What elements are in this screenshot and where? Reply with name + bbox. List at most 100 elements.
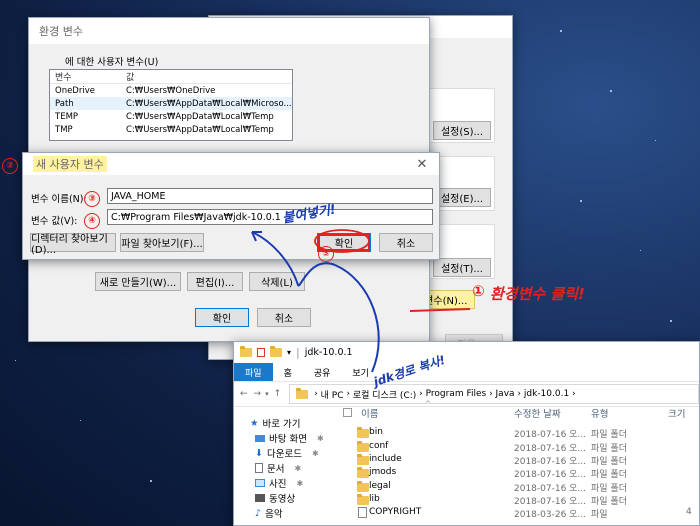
file-type: 파일 폴더 <box>591 444 627 454</box>
variable-value: C:₩Users₩OneDrive <box>126 85 216 96</box>
new-var-titlebar: 새 사용자 변수 ✕ <box>23 153 439 175</box>
user-variables-label: 에 대한 사용자 변수(U) <box>65 57 159 68</box>
breadcrumb-jdk[interactable]: jdk-10.0.1 <box>524 389 569 399</box>
size-column-header[interactable]: 크기 <box>668 406 685 420</box>
edit-system-variable-button[interactable]: 편집(I)... <box>187 272 243 291</box>
tab-share[interactable]: 공유 <box>303 366 342 379</box>
up-arrow-icon[interactable]: ↑ <box>274 389 282 399</box>
file-name: conf <box>369 441 389 451</box>
star <box>15 360 16 361</box>
profile-settings-button[interactable]: 설정(E)... <box>433 188 491 207</box>
file-row[interactable]: include 2018-07-16 오... 파일 폴더 <box>341 454 699 467</box>
variable-value: C:₩Users₩AppData₩Local₩Temp <box>126 124 274 135</box>
folder-icon <box>357 427 369 438</box>
file-type: 파일 <box>591 510 608 520</box>
dropdown-icon[interactable]: ▾ <box>287 348 291 357</box>
file-name: COPYRIGHT <box>369 507 422 517</box>
nav-item-documents[interactable]: 문서 ✱ <box>255 461 301 475</box>
file-type: 파일 폴더 <box>591 470 627 480</box>
file-type: 파일 폴더 <box>591 497 627 507</box>
table-row[interactable]: TMP C:₩Users₩AppData₩Local₩Temp <box>50 123 292 136</box>
browse-file-button[interactable]: 파일 찾아보기(F)... <box>120 233 204 252</box>
sort-arrow-icon: ^ <box>425 400 431 408</box>
new-system-variable-button[interactable]: 새로 만들기(W)... <box>95 272 181 291</box>
startup-settings-button[interactable]: 설정(T)... <box>433 258 491 277</box>
variable-value: C:₩Users₩AppData₩Local₩Temp <box>126 111 274 122</box>
nav-label: 문서 <box>267 464 285 475</box>
pin-icon[interactable]: ✱ <box>317 434 324 443</box>
address-bar[interactable]: › 내 PC › 로컬 디스크 (C:) › Program Files › J… <box>289 384 699 404</box>
star <box>670 320 672 322</box>
breadcrumb-program-files[interactable]: Program Files <box>426 389 487 399</box>
nav-item-quick-access[interactable]: ★ 바로 가기 <box>250 416 301 431</box>
nav-item-videos[interactable]: 동영상 <box>255 491 295 505</box>
nav-label: 바탕 화면 <box>269 434 307 445</box>
table-row[interactable]: Path C:₩Users₩AppData₩Local₩Microso... <box>50 97 292 110</box>
file-icon <box>358 507 367 518</box>
desktop: { "system_window": { "buttons": ["설정(S).… <box>0 0 700 526</box>
star <box>655 140 656 141</box>
close-icon[interactable]: ✕ <box>405 157 439 172</box>
variable-value-field[interactable]: C:₩Program Files₩Java₩jdk-10.0.1 <box>107 209 433 225</box>
folder-icon <box>357 481 369 492</box>
new-var-cancel-button[interactable]: 취소 <box>379 233 433 252</box>
variable-value-label: 변수 값(V): <box>31 216 78 227</box>
file-row[interactable]: conf 2018-07-16 오... 파일 폴더 <box>341 441 699 454</box>
breadcrumb-sep: › <box>343 389 353 399</box>
user-variables-table[interactable]: 변수 값 OneDrive C:₩Users₩OneDrive Path C:₩… <box>49 69 293 141</box>
variable-name-field[interactable]: JAVA_HOME <box>107 188 433 204</box>
file-name: legal <box>369 481 391 491</box>
browse-directory-button[interactable]: 디렉터리 찾아보기(D)... <box>30 233 116 256</box>
back-arrow-icon[interactable]: ← <box>240 389 248 399</box>
file-type: 파일 폴더 <box>591 484 627 494</box>
forward-arrow-icon[interactable]: → <box>254 389 262 399</box>
type-column-header[interactable]: 유형 <box>591 406 608 420</box>
folder-icon <box>357 494 369 505</box>
star <box>560 30 562 32</box>
table-row[interactable]: OneDrive C:₩Users₩OneDrive <box>50 84 292 97</box>
modified-column-header[interactable]: 수정한 날짜 <box>514 406 561 420</box>
variable-name-label: 변수 이름(N): <box>31 194 87 205</box>
breadcrumb-pc[interactable]: 내 PC <box>321 388 344 401</box>
file-modified: 2018-07-16 오... <box>514 484 587 494</box>
select-all-checkbox[interactable] <box>343 408 352 417</box>
file-row[interactable]: COPYRIGHT 2018-03-26 오... 파일 4 <box>341 507 699 520</box>
env-cancel-button[interactable]: 취소 <box>257 308 311 327</box>
video-icon <box>255 494 265 502</box>
folder-icon <box>357 441 369 452</box>
nav-item-desktop[interactable]: 바탕 화면 ✱ <box>255 431 324 445</box>
performance-settings-button[interactable]: 설정(S)... <box>433 121 491 140</box>
name-column-header[interactable]: 이름 <box>361 406 378 420</box>
nav-label: 음악 <box>265 509 283 520</box>
env-dialog-title: 환경 변수 <box>39 25 83 38</box>
tab-home[interactable]: 홈 <box>273 366 303 379</box>
pin-icon[interactable]: ✱ <box>294 464 301 473</box>
star <box>580 200 582 202</box>
variable-column-header[interactable]: 변수 <box>50 70 126 83</box>
file-row[interactable]: lib 2018-07-16 오... 파일 폴더 <box>341 494 699 507</box>
tab-file[interactable]: 파일 <box>234 363 273 381</box>
env-ok-button[interactable]: 확인 <box>195 308 249 327</box>
step-5-marker: ⑤ <box>318 246 334 262</box>
star <box>80 420 81 421</box>
nav-item-pictures[interactable]: 사진 ✱ <box>255 476 303 490</box>
breadcrumb-c-drive[interactable]: 로컬 디스크 (C:) <box>353 388 416 401</box>
nav-item-music[interactable]: ♪ 음악 <box>255 506 283 521</box>
file-name: lib <box>369 494 380 504</box>
breadcrumb-java[interactable]: Java <box>496 389 515 399</box>
file-row[interactable]: legal 2018-07-16 오... 파일 폴더 <box>341 481 699 494</box>
new-var-title: 새 사용자 변수 <box>33 156 107 172</box>
nav-item-downloads[interactable]: ⬇ 다운로드 ✱ <box>255 446 319 461</box>
pin-icon[interactable]: ✱ <box>312 449 319 458</box>
file-name: bin <box>369 427 383 437</box>
file-modified: 2018-03-26 오... <box>514 510 587 520</box>
recent-chevron-icon[interactable]: ▾ <box>265 390 269 398</box>
value-column-header[interactable]: 값 <box>126 70 292 83</box>
file-row[interactable]: bin 2018-07-16 오... 파일 폴더 <box>341 427 699 440</box>
checkbox-icon[interactable] <box>257 348 265 357</box>
variable-name: Path <box>55 98 74 109</box>
file-row[interactable]: jmods 2018-07-16 오... 파일 폴더 <box>341 467 699 480</box>
pin-icon[interactable]: ✱ <box>296 479 303 488</box>
table-row[interactable]: TEMP C:₩Users₩AppData₩Local₩Temp <box>50 110 292 123</box>
delete-system-variable-button[interactable]: 삭제(L) <box>249 272 305 291</box>
